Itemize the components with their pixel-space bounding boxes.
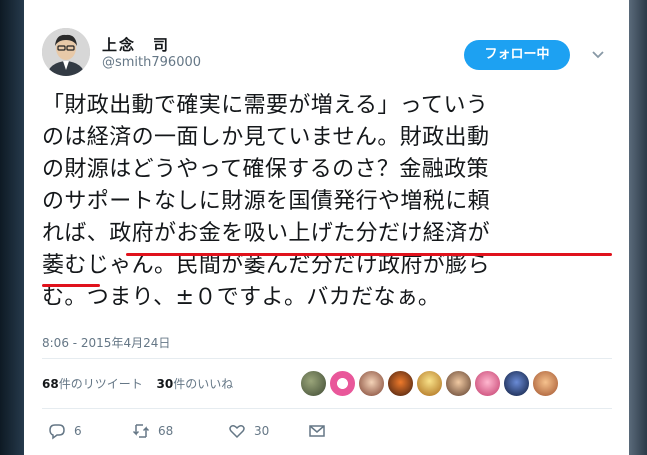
avatar[interactable]: [445, 370, 472, 397]
direct-message-button[interactable]: [308, 422, 326, 440]
following-button[interactable]: フォロー中: [464, 40, 570, 70]
tweet-line: のは経済の一面しか見ていません。財政出動: [42, 125, 490, 150]
retweet-button[interactable]: 68: [132, 422, 173, 440]
avatar[interactable]: [300, 370, 327, 397]
avatar[interactable]: [387, 370, 414, 397]
engagement-stats: 68件のリツイート 30件のいいね: [42, 375, 243, 392]
avatar[interactable]: [329, 370, 356, 397]
divider: [42, 358, 612, 359]
tweet-line: 「財政出動で確実に需要が増える」っていう: [42, 93, 489, 118]
avatar[interactable]: [532, 370, 559, 397]
chevron-down-icon[interactable]: [590, 46, 606, 62]
retweet-icon: [132, 424, 150, 438]
retweet-count: 68: [158, 424, 174, 438]
like-button[interactable]: 30: [228, 422, 269, 440]
tweet-line: じゃん。民間が萎んだ分だけ政府が膨ら: [86, 253, 491, 278]
avatar-image: [42, 28, 90, 76]
timestamp[interactable]: 8:06 - 2015年4月24日: [42, 334, 170, 351]
tweet-line: む。つまり、±０ですよ。バカだなぁ。: [42, 285, 441, 310]
retweet-stat[interactable]: 68件のリツイート: [42, 377, 143, 391]
reply-button[interactable]: 6: [48, 422, 82, 440]
avatar[interactable]: [42, 28, 90, 76]
avatar[interactable]: [503, 370, 530, 397]
tweet-line: の財源はどうやって確保するのさ？金融政策: [42, 157, 489, 182]
avatar[interactable]: [358, 370, 385, 397]
divider: [42, 408, 612, 409]
background-left: [0, 0, 24, 455]
tweet-card: 上念 司 @smith796000 フォロー中 「財政出動で確実に需要が増える」…: [24, 0, 629, 455]
envelope-icon: [309, 425, 325, 437]
display-name[interactable]: 上念 司: [102, 34, 170, 55]
avatar[interactable]: [416, 370, 443, 397]
like-count: 30: [254, 424, 270, 438]
heart-icon: [229, 425, 245, 439]
tweet-highlight-2: 萎む: [42, 253, 87, 278]
tweet-line: れば、: [42, 221, 110, 246]
reply-icon: [49, 424, 65, 440]
tweet-highlight-1: 政府がお金を吸い上げた分だけ経済が: [109, 221, 491, 246]
background-right: [629, 0, 647, 455]
avatar[interactable]: [474, 370, 501, 397]
tweet-text: 「財政出動で確実に需要が増える」っていう のは経済の一面しか見ていません。財政出…: [42, 90, 622, 314]
liker-avatars: [300, 370, 559, 398]
tweet-line: のサポートなしに財源を国債発行や増税に頼: [42, 189, 491, 214]
screen-name[interactable]: @smith796000: [102, 55, 201, 70]
reply-count: 6: [74, 424, 82, 438]
red-underline-1: [126, 253, 612, 256]
like-stat[interactable]: 30件のいいね: [157, 377, 234, 391]
red-underline-2: [42, 284, 100, 287]
